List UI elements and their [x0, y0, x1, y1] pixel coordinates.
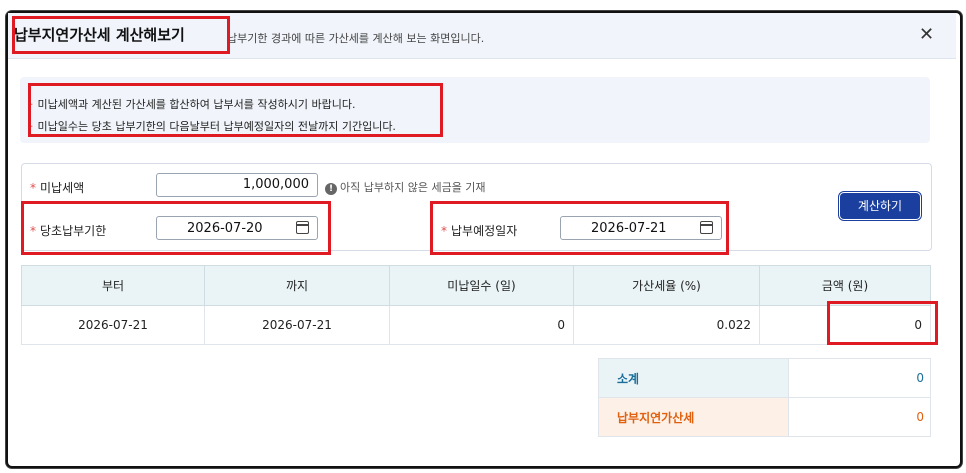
cell-days: 0 — [389, 305, 574, 345]
highlight-notice — [28, 83, 443, 137]
penalty-label: 납부지연가산세 — [598, 397, 789, 437]
penalty-value: 0 — [788, 397, 931, 437]
col-header: 부터 — [21, 265, 205, 306]
cell-to: 2026-07-21 — [204, 305, 390, 345]
dialog-subtitle: 납부기한 경과에 따른 가산세를 계산해 보는 화면입니다. — [227, 32, 485, 45]
unpaid-amount-label: * 미납세액 — [30, 181, 85, 195]
highlight-planned-pay — [430, 201, 729, 255]
subtotal-row: 소계 0 — [598, 358, 931, 398]
penalty-row: 납부지연가산세 0 — [598, 397, 931, 437]
result-table: 부터 까지 미납일수 (일) 가산세율 (%) 금액 (원) 2026-07-2… — [21, 265, 931, 345]
unpaid-hint: ! 아직 납부하지 않은 세금을 기재 — [325, 179, 486, 195]
col-header: 가산세율 (%) — [573, 265, 760, 306]
col-header: 금액 (원) — [759, 265, 931, 306]
info-icon: ! — [325, 183, 337, 195]
table-row: 2026-07-21 2026-07-21 0 0.022 0 — [21, 305, 931, 345]
highlight-title — [12, 16, 230, 54]
close-icon[interactable]: ✕ — [919, 24, 934, 45]
unpaid-amount-input[interactable]: 1,000,000 — [156, 173, 318, 197]
table-header-row: 부터 까지 미납일수 (일) 가산세율 (%) 금액 (원) — [21, 265, 931, 306]
cell-rate: 0.022 — [573, 305, 760, 345]
col-header: 까지 — [204, 265, 390, 306]
subtotal-value: 0 — [788, 358, 931, 398]
col-header: 미납일수 (일) — [389, 265, 574, 306]
highlight-amount — [827, 301, 938, 345]
subtotal-label: 소계 — [598, 358, 789, 398]
summary-table: 소계 0 납부지연가산세 0 — [598, 358, 931, 437]
highlight-original-due — [21, 201, 331, 255]
cell-from: 2026-07-21 — [21, 305, 205, 345]
calculate-button[interactable]: 계산하기 — [840, 193, 920, 219]
